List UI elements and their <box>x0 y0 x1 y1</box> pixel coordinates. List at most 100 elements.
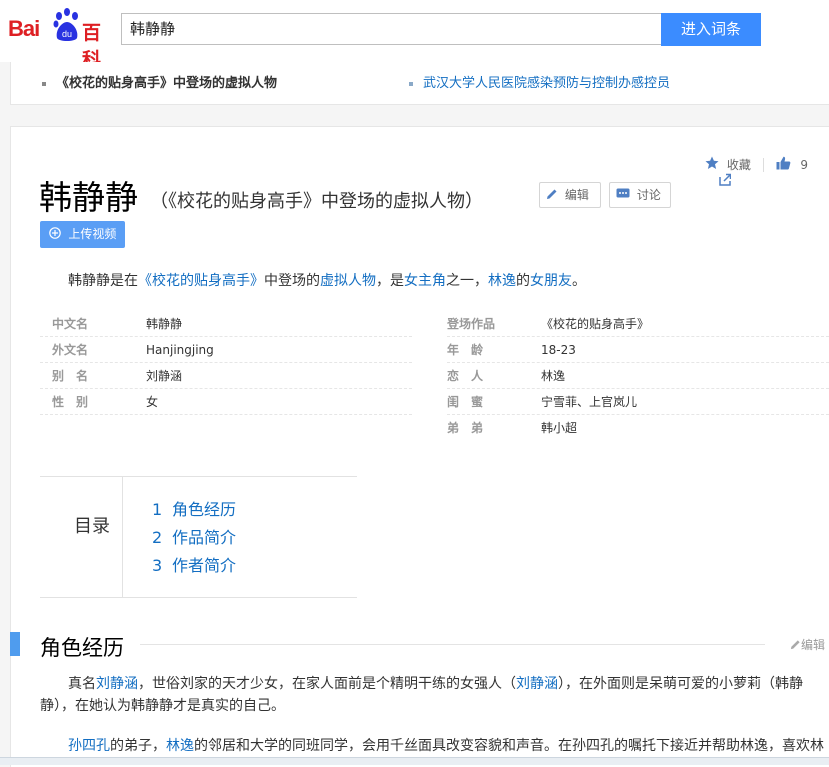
star-icon[interactable] <box>705 156 719 173</box>
info-value-link[interactable]: 刘静涵 <box>146 363 182 389</box>
edit-button[interactable]: 编辑 <box>539 182 601 208</box>
plus-circle-icon <box>48 227 61 241</box>
summary-text: ，是 <box>376 273 404 289</box>
info-key: 性 别 <box>52 395 89 409</box>
info-key: 闺 蜜 <box>447 395 484 409</box>
info-row: 闺 蜜 宁雪菲、上官岚儿 <box>447 389 829 415</box>
polysemy-label: 《校花的贴身高手》中登场的虚拟人物 <box>56 76 278 91</box>
bullet-icon <box>42 81 46 86</box>
catalog-item[interactable]: 3 作者简介 <box>152 552 236 576</box>
catalog: 目录 1 角色经历 2 作品简介 3 作者简介 <box>40 476 357 598</box>
info-key: 中文名 <box>52 317 89 331</box>
edit-label: 编辑 <box>564 188 589 202</box>
summary-link[interactable]: 《校花的贴身高手》 <box>138 273 264 289</box>
summary-link[interactable]: 虚拟人物 <box>320 273 376 289</box>
para-text: 的弟子， <box>110 738 166 754</box>
para-text: 的邻居和大学的同班同学，会用千丝面具改变容貌和声音。在孙四孔的嘱托下接近并帮助林… <box>194 738 824 754</box>
paw-icon: du <box>53 8 78 41</box>
search-input[interactable]: 韩静静 <box>121 13 661 45</box>
logo-du-text: du <box>62 29 72 39</box>
info-key: 外文名 <box>52 343 89 357</box>
para-link[interactable]: 林逸 <box>166 738 194 754</box>
summary-text: 。 <box>572 273 586 289</box>
para-link[interactable]: 刘静涵 <box>516 676 558 692</box>
divider <box>762 157 764 172</box>
upload-video-button[interactable]: 上传视频 <box>40 221 125 248</box>
polysemy-item-link[interactable]: 武汉大学人民医院感染预防与控制办感控员 <box>409 72 670 91</box>
summary-link[interactable]: 女主角 <box>404 273 446 289</box>
info-row: 中文名 韩静静 <box>40 311 412 337</box>
para-link[interactable]: 刘静涵 <box>96 676 138 692</box>
para-link[interactable]: 孙四孔 <box>68 738 110 754</box>
info-row: 外文名 Hanjingjing <box>40 337 412 363</box>
info-key: 登场作品 <box>447 317 496 331</box>
catalog-header: 目录 <box>40 477 123 597</box>
catalog-item-label[interactable]: 作品简介 <box>172 528 236 547</box>
catalog-item-number: 2 <box>152 528 163 547</box>
thumbs-up-icon[interactable] <box>776 156 791 173</box>
upload-label: 上传视频 <box>68 227 117 241</box>
chat-icon <box>616 188 630 202</box>
paragraph: 真名刘静涵，世俗刘家的天才少女，在家人面前是个精明干练的女强人（刘静涵），在外面… <box>40 673 820 717</box>
info-key: 年 龄 <box>447 343 484 357</box>
para-text: ，世俗刘家的天才少女，在家人面前是个精明干练的女强人（ <box>138 676 516 692</box>
info-value-link[interactable]: 宁雪菲、上官岚儿 <box>541 389 637 415</box>
catalog-item-label[interactable]: 作者简介 <box>172 556 236 575</box>
logo-bai-text: Bai <box>8 16 40 41</box>
discuss-button[interactable]: 讨论 <box>609 182 671 208</box>
section-edit-label: 编辑 <box>801 638 826 652</box>
page-title: 韩静静 <box>39 178 138 217</box>
info-value: 韩静静 <box>146 317 183 331</box>
baidu-baike-logo[interactable]: Bai du 百科 <box>8 8 116 71</box>
info-key: 恋 人 <box>447 369 484 383</box>
top-tools: 收藏 9 <box>705 156 829 189</box>
info-key: 别 名 <box>52 369 89 383</box>
discuss-label: 讨论 <box>636 188 661 202</box>
summary-link[interactable]: 女朋友 <box>530 273 572 289</box>
summary-link[interactable]: 林逸 <box>488 273 516 289</box>
pencil-icon <box>546 188 558 202</box>
share-icon[interactable] <box>719 173 732 189</box>
info-key: 弟 弟 <box>447 421 484 435</box>
info-row: 弟 弟 韩小超 <box>447 415 829 441</box>
header: Bai du 百科 韩静静 进入词条 <box>0 0 829 71</box>
catalog-item[interactable]: 1 角色经历 <box>152 496 236 520</box>
catalog-item[interactable]: 2 作品简介 <box>152 524 236 548</box>
info-row: 登场作品 《校花的贴身高手》 <box>447 311 829 337</box>
info-row: 年 龄 18-23 <box>447 337 829 363</box>
like-count: 9 <box>800 157 808 172</box>
info-row-empty <box>52 415 412 441</box>
info-row: 恋 人 林逸 <box>447 363 829 389</box>
info-value: Hanjingjing <box>146 343 214 357</box>
section-edit-button[interactable]: 编辑 <box>790 636 825 653</box>
catalog-item-number: 1 <box>152 500 163 519</box>
section-marker <box>10 632 20 656</box>
info-value: 18-23 <box>541 343 576 357</box>
summary-text: 之一， <box>446 273 488 289</box>
enter-entry-button[interactable]: 进入词条 <box>661 13 761 46</box>
lemma-summary: 韩静静是在《校花的贴身高手》中登场的虚拟人物，是女主角之一，林逸的女朋友。 <box>68 270 586 290</box>
summary-text: 中登场的 <box>264 273 320 289</box>
paragraph: 孙四孔的弟子，林逸的邻居和大学的同班同学，会用千丝面具改变容貌和声音。在孙四孔的… <box>40 735 829 757</box>
info-value: 女 <box>146 395 159 409</box>
section-divider <box>140 644 765 645</box>
lemma-card <box>10 126 829 767</box>
para-text: 真名 <box>68 676 96 692</box>
catalog-item-label[interactable]: 角色经历 <box>172 500 236 519</box>
page-subtitle: （《校花的贴身高手》中登场的虚拟人物） <box>150 191 483 212</box>
info-row: 别 名 刘静涵 <box>40 363 412 389</box>
pencil-icon <box>790 638 801 652</box>
summary-text: 韩静静是在 <box>68 273 138 289</box>
info-value: 韩小超 <box>541 421 578 435</box>
info-row: 性 别 女 <box>40 389 412 415</box>
collect-button[interactable]: 收藏 <box>727 158 751 172</box>
section-title: 角色经历 <box>40 636 124 660</box>
polysemy-item-current: 《校花的贴身高手》中登场的虚拟人物 <box>42 72 277 91</box>
bullet-icon <box>409 81 413 86</box>
polysemy-label[interactable]: 武汉大学人民医院感染预防与控制办感控员 <box>423 76 670 91</box>
catalog-item-number: 3 <box>152 556 163 575</box>
info-value-link[interactable]: 林逸 <box>541 363 565 389</box>
info-value: 《校花的贴身高手》 <box>541 317 650 331</box>
catalog-title: 目录 <box>74 516 110 537</box>
summary-text: 的 <box>516 273 530 289</box>
